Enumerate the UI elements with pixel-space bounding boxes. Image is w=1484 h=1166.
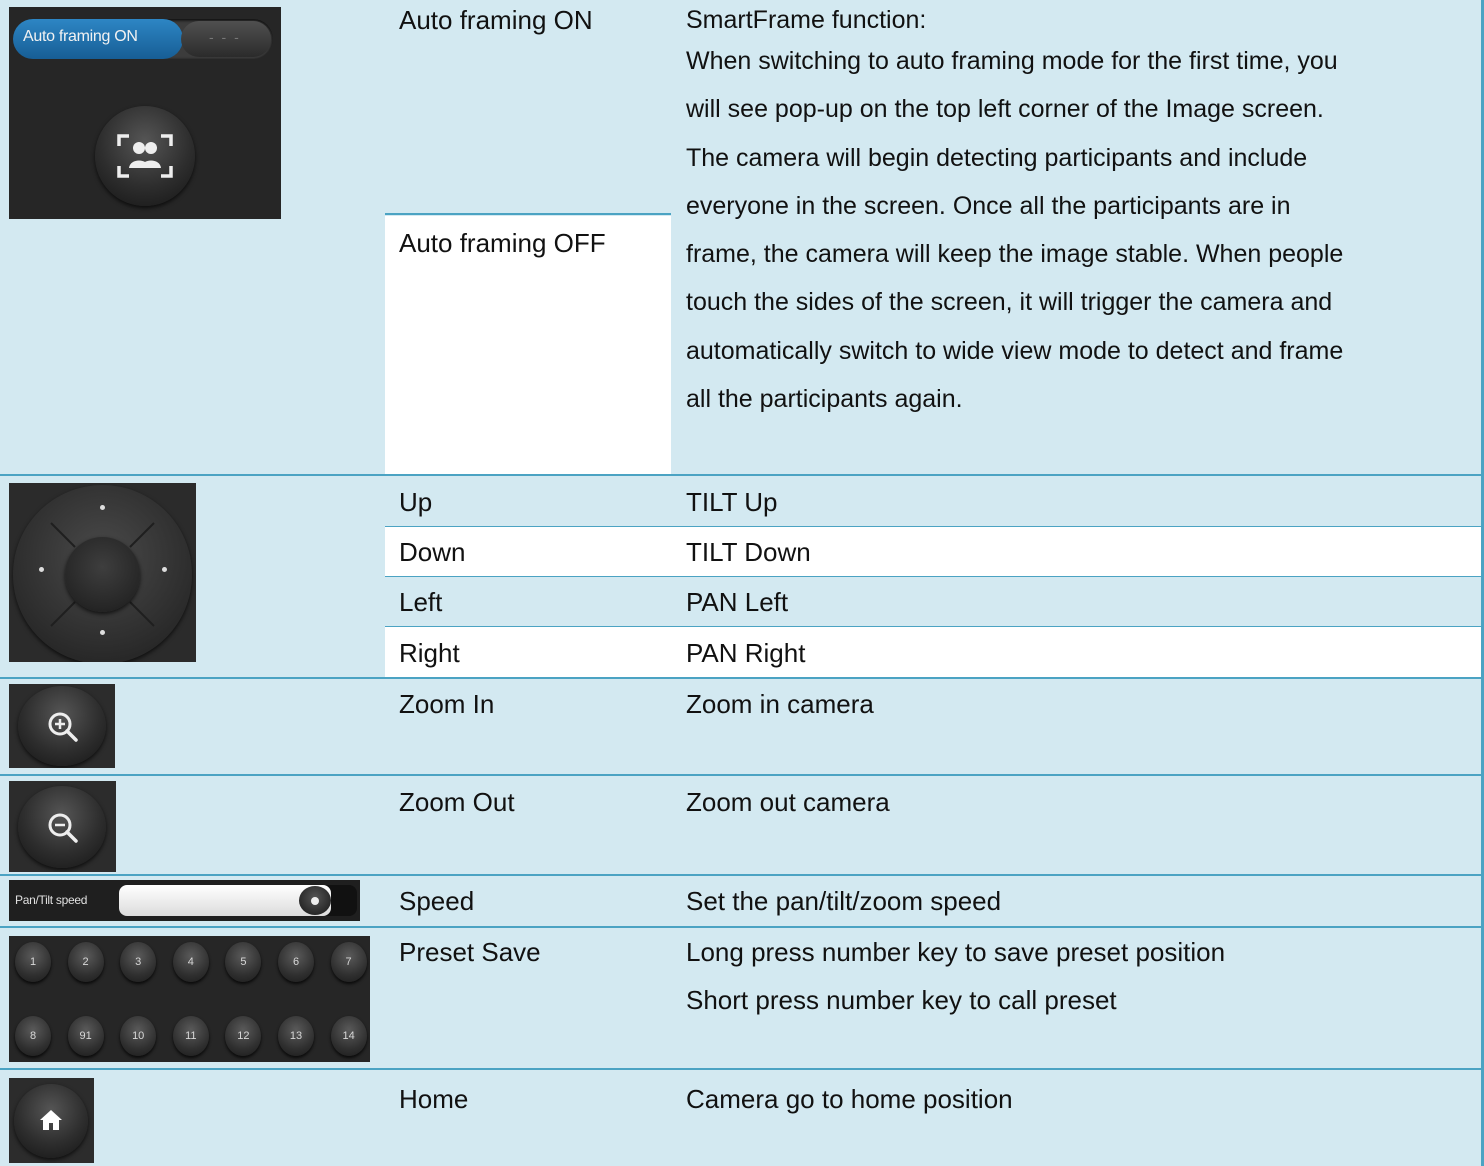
auto-framing-toggle[interactable]: Auto framing ON - - -: [13, 19, 273, 59]
desc-line: automatically switch to wide view mode t…: [686, 336, 1344, 365]
smartframe-description: SmartFrame function: When switching to a…: [686, 5, 1476, 423]
row-border: [0, 774, 1484, 776]
auto-framing-off-label: Auto framing OFF: [399, 228, 606, 258]
preset-key[interactable]: 5: [225, 942, 262, 982]
row-sep: [385, 576, 1484, 577]
desc-line: touch the sides of the screen, it will t…: [686, 288, 1333, 317]
joystick-image: [9, 483, 196, 662]
toggle-knob: - - -: [181, 21, 271, 57]
cell-divider: [385, 213, 671, 215]
auto-framing-people-icon[interactable]: [95, 106, 195, 206]
preset-key[interactable]: 10: [120, 1016, 157, 1056]
desc-line: frame, the camera will keep the image st…: [686, 240, 1344, 269]
row-border: [0, 874, 1484, 876]
up-desc: TILT Up: [686, 487, 778, 517]
preset-label: Preset Save: [399, 937, 541, 967]
magnifier-plus: [48, 712, 78, 742]
row-sep: [385, 526, 1484, 527]
right-dot[interactable]: [162, 567, 167, 572]
preset-key[interactable]: 12: [225, 1016, 262, 1056]
preset-desc-2: Short press number key to call preset: [686, 985, 1117, 1015]
auto-framing-toggle-label: Auto framing ON: [23, 28, 138, 45]
zoom-in-icon[interactable]: [18, 686, 106, 766]
smartframe-body: When switching to auto framing mode for …: [686, 37, 1476, 423]
speed-slider-track[interactable]: [119, 885, 357, 916]
zoom-in-label: Zoom In: [399, 689, 495, 719]
down-row-bg: [385, 527, 1484, 577]
preset-key[interactable]: 14: [330, 1016, 367, 1056]
preset-keypad-image: 1 2 3 4 5 6 7 8 91 10 11 12 13 14: [9, 936, 370, 1062]
home-label: Home: [399, 1084, 469, 1114]
row-border: [0, 474, 1484, 476]
auto-framing-image: Auto framing ON - - -: [9, 7, 281, 219]
left-dot[interactable]: [39, 567, 44, 572]
down-label: Down: [399, 537, 466, 567]
speed-image-label: Pan/Tilt speed: [15, 893, 88, 907]
zoom-in-desc: Zoom in camera: [686, 689, 874, 719]
up-label: Up: [399, 487, 433, 517]
speed-image: Pan/Tilt speed: [9, 880, 360, 921]
preset-key[interactable]: 4: [172, 942, 209, 982]
home-desc: Camera go to home position: [686, 1084, 1013, 1114]
right-desc: PAN Right: [686, 638, 806, 668]
magnifier-minus: [48, 813, 78, 843]
row-border: [0, 1068, 1484, 1070]
smartframe-title: SmartFrame function:: [686, 6, 927, 34]
desc-line: all the participants again.: [686, 385, 963, 414]
up-dot[interactable]: [100, 505, 105, 510]
left-label: Left: [399, 587, 443, 617]
joystick-center[interactable]: [65, 537, 140, 612]
house-glyph: [40, 1110, 62, 1130]
zoom-out-image: [9, 781, 116, 872]
home-icon[interactable]: [14, 1084, 88, 1158]
people-frame-icon: [117, 134, 173, 178]
preset-key[interactable]: 7: [330, 942, 367, 982]
preset-key[interactable]: 2: [67, 942, 104, 982]
preset-desc-1: Long press number key to save preset pos…: [686, 937, 1226, 967]
zoom-in-image: [9, 684, 115, 768]
zoom-out-icon[interactable]: [18, 786, 106, 868]
row-border: [0, 926, 1484, 928]
speed-slider-knob[interactable]: [299, 886, 331, 915]
pan-tilt-joystick-icon[interactable]: [13, 485, 192, 662]
row-sep: [385, 626, 1484, 627]
left-desc: PAN Left: [686, 587, 789, 617]
down-dot[interactable]: [100, 630, 105, 635]
zoom-out-label: Zoom Out: [399, 787, 515, 817]
preset-key[interactable]: 6: [278, 942, 314, 982]
preset-key[interactable]: 13: [278, 1016, 314, 1056]
preset-key[interactable]: 11: [172, 1016, 209, 1056]
preset-key[interactable]: 91: [67, 1016, 104, 1056]
zoom-out-desc: Zoom out camera: [686, 787, 890, 817]
auto-framing-on-label: Auto framing ON: [399, 5, 593, 35]
speed-desc: Set the pan/tilt/zoom speed: [686, 886, 1002, 916]
desc-line: will see pop-up on the top left corner o…: [686, 95, 1324, 124]
right-label: Right: [399, 638, 460, 668]
preset-key[interactable]: 3: [120, 942, 157, 982]
preset-key[interactable]: 1: [15, 942, 51, 982]
row-border: [0, 677, 1484, 679]
preset-key[interactable]: 8: [15, 1016, 51, 1056]
right-row-bg: [385, 627, 1484, 677]
down-desc: TILT Down: [686, 537, 811, 567]
home-image: [9, 1078, 94, 1163]
desc-line: The camera will begin detecting particip…: [686, 143, 1308, 172]
speed-label: Speed: [399, 886, 475, 916]
desc-line: When switching to auto framing mode for …: [686, 47, 1338, 75]
desc-line: everyone in the screen. Once all the par…: [686, 191, 1291, 220]
